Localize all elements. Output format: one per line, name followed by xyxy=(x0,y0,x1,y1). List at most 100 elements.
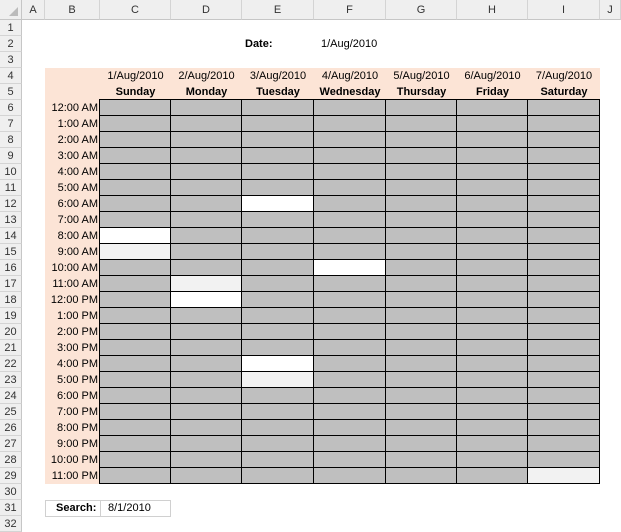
time-slot[interactable] xyxy=(314,452,386,468)
time-slot[interactable] xyxy=(171,148,242,164)
time-slot[interactable] xyxy=(314,356,386,372)
time-slot[interactable] xyxy=(314,148,386,164)
time-slot[interactable] xyxy=(528,116,600,132)
row-header-15[interactable]: 15 xyxy=(0,244,22,260)
time-slot[interactable] xyxy=(457,308,528,324)
time-slot[interactable] xyxy=(386,228,457,244)
time-slot[interactable] xyxy=(457,196,528,212)
time-slot[interactable] xyxy=(171,164,242,180)
time-slot[interactable] xyxy=(171,308,242,324)
column-header-h[interactable]: H xyxy=(457,0,528,20)
time-slot[interactable] xyxy=(171,212,242,228)
time-slot[interactable] xyxy=(457,420,528,436)
row-header-6[interactable]: 6 xyxy=(0,100,22,116)
time-slot[interactable] xyxy=(386,420,457,436)
time-slot[interactable] xyxy=(528,228,600,244)
row-header-5[interactable]: 5 xyxy=(0,84,22,100)
time-slot[interactable] xyxy=(171,116,242,132)
time-slot[interactable] xyxy=(242,116,314,132)
time-slot[interactable] xyxy=(314,324,386,340)
time-slot[interactable] xyxy=(386,292,457,308)
time-slot[interactable] xyxy=(386,324,457,340)
time-slot[interactable] xyxy=(242,180,314,196)
time-slot[interactable] xyxy=(314,436,386,452)
time-slot[interactable] xyxy=(528,372,600,388)
time-slot[interactable] xyxy=(242,212,314,228)
column-header-i[interactable]: I xyxy=(528,0,600,20)
time-slot[interactable] xyxy=(386,340,457,356)
time-slot[interactable] xyxy=(528,324,600,340)
time-slot[interactable] xyxy=(457,116,528,132)
row-header-27[interactable]: 27 xyxy=(0,436,22,452)
time-slot[interactable] xyxy=(100,372,171,388)
row-header-1[interactable]: 1 xyxy=(0,20,22,36)
time-slot[interactable] xyxy=(314,212,386,228)
time-slot[interactable] xyxy=(386,276,457,292)
row-header-2[interactable]: 2 xyxy=(0,36,22,52)
time-slot[interactable] xyxy=(242,388,314,404)
free-time-slot[interactable] xyxy=(242,196,314,212)
time-slot[interactable] xyxy=(171,196,242,212)
time-slot[interactable] xyxy=(314,404,386,420)
time-slot[interactable] xyxy=(528,148,600,164)
time-slot[interactable] xyxy=(457,436,528,452)
time-slot[interactable] xyxy=(386,468,457,484)
row-header-25[interactable]: 25 xyxy=(0,404,22,420)
row-header-23[interactable]: 23 xyxy=(0,372,22,388)
time-slot[interactable] xyxy=(171,244,242,260)
time-slot[interactable] xyxy=(386,116,457,132)
time-slot[interactable] xyxy=(171,388,242,404)
time-slot[interactable] xyxy=(314,180,386,196)
date-value[interactable]: 1/Aug/2010 xyxy=(321,36,377,52)
time-slot[interactable] xyxy=(528,356,600,372)
time-slot[interactable] xyxy=(386,356,457,372)
column-header-a[interactable]: A xyxy=(22,0,45,20)
column-header-g[interactable]: G xyxy=(386,0,457,20)
time-slot[interactable] xyxy=(100,404,171,420)
time-slot[interactable] xyxy=(528,260,600,276)
time-slot[interactable] xyxy=(457,260,528,276)
time-slot[interactable] xyxy=(528,420,600,436)
time-slot[interactable] xyxy=(528,132,600,148)
time-slot[interactable] xyxy=(528,388,600,404)
time-slot[interactable] xyxy=(100,452,171,468)
row-header-32[interactable]: 32 xyxy=(0,516,22,532)
time-slot[interactable] xyxy=(386,180,457,196)
time-slot[interactable] xyxy=(100,132,171,148)
column-header-b[interactable]: B xyxy=(45,0,100,20)
row-header-7[interactable]: 7 xyxy=(0,116,22,132)
time-slot[interactable] xyxy=(100,356,171,372)
search-input[interactable]: 8/1/2010 xyxy=(108,500,151,516)
time-slot[interactable] xyxy=(171,228,242,244)
time-slot[interactable] xyxy=(100,420,171,436)
free-time-slot[interactable] xyxy=(242,372,314,388)
time-slot[interactable] xyxy=(386,260,457,276)
time-slot[interactable] xyxy=(100,180,171,196)
free-time-slot[interactable] xyxy=(242,356,314,372)
time-slot[interactable] xyxy=(528,100,600,116)
time-slot[interactable] xyxy=(457,276,528,292)
time-slot[interactable] xyxy=(457,468,528,484)
time-slot[interactable] xyxy=(100,148,171,164)
time-slot[interactable] xyxy=(386,164,457,180)
time-slot[interactable] xyxy=(314,164,386,180)
column-header-f[interactable]: F xyxy=(314,0,386,20)
time-slot[interactable] xyxy=(314,132,386,148)
time-slot[interactable] xyxy=(100,116,171,132)
time-slot[interactable] xyxy=(100,100,171,116)
free-time-slot[interactable] xyxy=(171,292,242,308)
time-slot[interactable] xyxy=(528,276,600,292)
time-slot[interactable] xyxy=(528,292,600,308)
time-slot[interactable] xyxy=(314,116,386,132)
time-slot[interactable] xyxy=(171,132,242,148)
row-header-12[interactable]: 12 xyxy=(0,196,22,212)
time-slot[interactable] xyxy=(242,260,314,276)
column-header-c[interactable]: C xyxy=(100,0,171,20)
time-slot[interactable] xyxy=(171,180,242,196)
row-header-13[interactable]: 13 xyxy=(0,212,22,228)
row-header-18[interactable]: 18 xyxy=(0,292,22,308)
time-slot[interactable] xyxy=(386,436,457,452)
free-time-slot[interactable] xyxy=(171,276,242,292)
time-slot[interactable] xyxy=(314,228,386,244)
time-slot[interactable] xyxy=(314,468,386,484)
